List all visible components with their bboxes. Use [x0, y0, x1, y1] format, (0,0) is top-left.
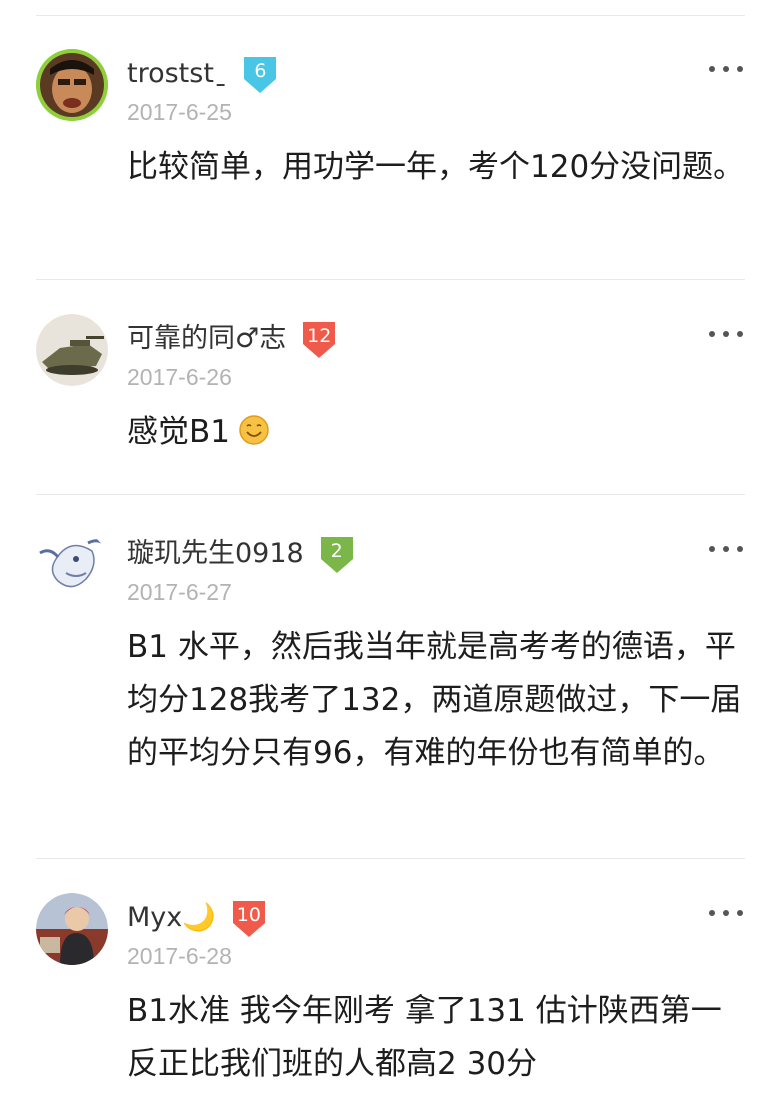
- more-dot-icon: [709, 910, 715, 916]
- username[interactable]: 璇玑先生0918 2: [127, 535, 356, 573]
- comment-text: 比较简单，用功学一年，考个120分没问题。: [127, 149, 745, 185]
- level-number: 12: [307, 325, 332, 347]
- comment-text: 感觉B1: [127, 414, 230, 450]
- user-avatar[interactable]: [36, 529, 108, 601]
- more-dot-icon: [709, 66, 715, 72]
- level-badge: 6: [241, 55, 279, 93]
- level-number: 6: [254, 60, 267, 82]
- username-text[interactable]: 璇玑先生0918: [127, 537, 304, 571]
- level-number: 2: [330, 540, 343, 562]
- more-options-button[interactable]: [709, 907, 743, 919]
- more-dot-icon: [709, 546, 715, 552]
- more-dot-icon: [723, 66, 729, 72]
- more-options-button[interactable]: [709, 543, 743, 555]
- more-dot-icon: [723, 910, 729, 916]
- username-text[interactable]: troststˍ: [127, 57, 227, 91]
- more-dot-icon: [737, 331, 743, 337]
- comment-text: B1 水平，然后我当年就是高考考的德语，平均分128我考了132，两道原题做过，…: [127, 629, 742, 771]
- comment-date: 2017-6-27: [127, 579, 232, 605]
- comment-date: 2017-6-25: [127, 99, 232, 125]
- more-dot-icon: [723, 331, 729, 337]
- divider: [36, 494, 745, 495]
- comment-date: 2017-6-26: [127, 364, 232, 390]
- level-number: 10: [236, 904, 261, 926]
- smile-emoji-icon: [239, 415, 269, 445]
- username-text[interactable]: 可靠的同♂志: [127, 322, 286, 356]
- divider: [36, 279, 745, 280]
- comment-date: 2017-6-28: [127, 943, 232, 969]
- divider-top: [36, 15, 745, 16]
- more-options-button[interactable]: [709, 63, 743, 75]
- more-dot-icon: [709, 331, 715, 337]
- more-dot-icon: [737, 910, 743, 916]
- user-avatar[interactable]: [36, 314, 108, 386]
- username[interactable]: 可靠的同♂志 12: [127, 320, 338, 358]
- more-dot-icon: [737, 546, 743, 552]
- username[interactable]: Myx🌙 10: [127, 899, 268, 937]
- comment-text: B1水准 我今年刚考 拿了131 估计陕西第一 反正比我们班的人都高2 30分: [127, 993, 722, 1082]
- level-badge: 2: [318, 535, 356, 573]
- divider: [36, 858, 745, 859]
- username-text[interactable]: Myx🌙: [127, 901, 216, 935]
- level-badge: 10: [230, 899, 268, 937]
- username[interactable]: troststˍ 6: [127, 55, 279, 93]
- user-avatar[interactable]: [36, 49, 108, 121]
- comment-text-container: 感觉B1: [127, 406, 751, 459]
- more-options-button[interactable]: [709, 328, 743, 340]
- level-badge: 12: [300, 320, 338, 358]
- more-dot-icon: [737, 66, 743, 72]
- more-dot-icon: [723, 546, 729, 552]
- user-avatar[interactable]: [36, 893, 108, 965]
